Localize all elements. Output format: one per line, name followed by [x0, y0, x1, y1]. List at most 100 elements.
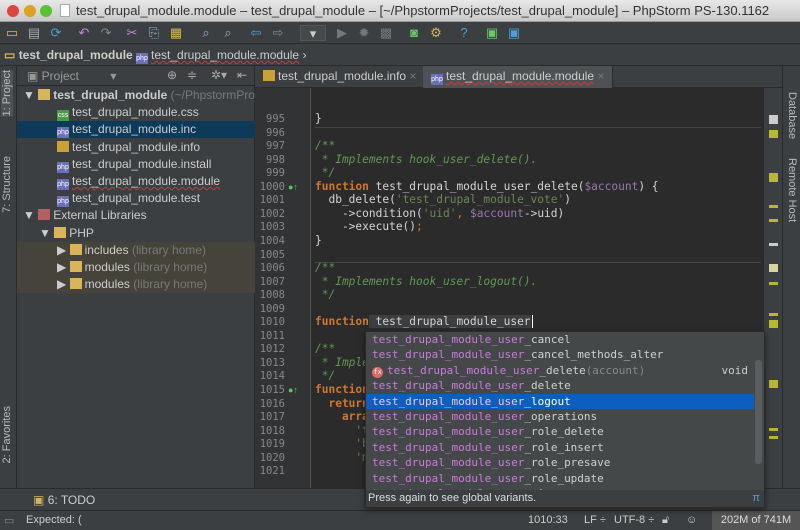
debug-icon[interactable]: ✹ — [356, 25, 372, 41]
stripe-marker[interactable] — [769, 380, 778, 388]
collapsed-arrow-icon[interactable]: ▶ — [57, 277, 66, 291]
tree-item-file[interactable]: test_drupal_module.info — [17, 139, 255, 156]
deploy-icon[interactable]: ▣ — [484, 25, 500, 41]
hide-panel-icon[interactable]: ⇤ — [237, 68, 247, 82]
implements-marker-icon[interactable]: ●↑ — [288, 182, 298, 192]
completion-item[interactable]: test_drupal_module_user_role_insert — [366, 440, 754, 455]
run-icon[interactable]: ▶ — [334, 25, 350, 41]
replace-icon[interactable]: ⌕ — [220, 25, 236, 41]
minimize-window-button[interactable] — [24, 5, 36, 17]
stripe-marker[interactable] — [769, 436, 778, 439]
completion-item[interactable]: test_drupal_module_user_role_delete — [366, 424, 754, 439]
tree-item-external-libraries[interactable]: ▼ External Libraries — [17, 207, 255, 224]
tool-tab-remote-host[interactable]: Remote Host — [786, 158, 798, 222]
tool-tab-database[interactable]: Database — [786, 92, 798, 139]
completion-scrollbar[interactable] — [755, 360, 762, 464]
completion-prefix: test_drupal_module_user — [372, 333, 525, 346]
caret-position[interactable]: 1010:33 — [528, 514, 568, 526]
collapsed-arrow-icon[interactable]: ▶ — [57, 260, 66, 274]
error-stripe[interactable] — [763, 88, 782, 488]
close-tab-icon[interactable]: × — [409, 69, 416, 83]
stripe-marker[interactable] — [769, 320, 778, 328]
encoding-selector[interactable]: UTF-8 ÷ — [614, 514, 654, 526]
breadcrumb-project[interactable]: ▭ test_drupal_module › — [4, 48, 140, 62]
back-icon[interactable]: ⇦ — [248, 25, 264, 41]
completion-item[interactable]: test_drupal_module_user_delete — [366, 378, 754, 393]
stripe-marker[interactable] — [769, 219, 778, 222]
tab-info-file[interactable]: test_drupal_module.info × — [255, 66, 426, 88]
close-tab-icon[interactable]: × — [597, 69, 604, 83]
stripe-marker[interactable] — [769, 130, 778, 138]
tool-tab-todo[interactable]: ▣ 6: TODO — [33, 493, 95, 507]
tree-item-file[interactable]: php test_drupal_module.module — [17, 173, 255, 190]
scroll-from-source-icon[interactable]: ⊕ — [167, 68, 177, 82]
tree-item-file[interactable]: php test_drupal_module.install — [17, 156, 255, 173]
close-window-button[interactable] — [7, 5, 19, 17]
run-config-dropdown[interactable]: ▾ — [300, 25, 326, 41]
tree-item-project-root[interactable]: ▼ test_drupal_module (~/PhpstormProjects… — [17, 87, 392, 104]
toggle-tool-windows-icon[interactable]: ▭ — [4, 514, 14, 527]
stripe-marker[interactable] — [769, 313, 778, 316]
copy-icon[interactable]: ⎘ — [146, 25, 162, 41]
sync-icon[interactable]: ⟳ — [48, 25, 64, 41]
help-icon[interactable]: ? — [456, 25, 472, 41]
stripe-marker[interactable] — [769, 243, 778, 246]
folder-icon — [69, 261, 82, 272]
method-separator — [315, 127, 761, 128]
tool-tab-favorites[interactable]: 2: Favorites — [1, 406, 13, 463]
paste-icon[interactable]: ▦ — [168, 25, 184, 41]
completion-item[interactable]: test_drupal_module_user_logout — [366, 393, 754, 409]
tree-item-library[interactable]: ▶ includes (library home) — [17, 241, 255, 259]
tree-item-library[interactable]: ▶ modules (library home) — [17, 259, 255, 276]
open-folder-icon[interactable]: ▭ — [4, 25, 20, 41]
code-line: /** — [315, 261, 335, 274]
breadcrumb-file[interactable]: php test_drupal_module.module › — [136, 48, 306, 64]
completion-item[interactable]: test_drupal_module_user_role_update — [366, 471, 754, 486]
completion-item[interactable]: fx test_drupal_module_user_delete(account… — [366, 363, 754, 378]
completion-prefix: test_drupal_module_user — [372, 394, 525, 408]
inspection-status-icon[interactable] — [769, 115, 778, 124]
tree-item-file[interactable]: php test_drupal_module.inc — [17, 121, 255, 139]
undo-icon[interactable]: ↶ — [76, 25, 92, 41]
collapsed-arrow-icon[interactable]: ▶ — [57, 243, 66, 257]
collapse-all-icon[interactable]: ≑ — [187, 68, 197, 82]
expanded-arrow-icon[interactable]: ▼ — [23, 208, 35, 222]
coverage-icon[interactable]: ▩ — [378, 25, 394, 41]
find-icon[interactable]: ⌕ — [198, 25, 214, 41]
tree-item-file[interactable]: css test_drupal_module.css — [17, 104, 255, 122]
zoom-window-button[interactable] — [40, 5, 52, 17]
save-icon[interactable]: ▤ — [26, 25, 42, 41]
inspector-icon[interactable]: ☺ — [686, 514, 697, 526]
completion-item[interactable]: test_drupal_module_user_cancel — [366, 332, 754, 347]
stripe-marker[interactable] — [769, 205, 778, 208]
forward-icon[interactable]: ⇨ — [270, 25, 286, 41]
implements-marker-icon[interactable]: ●↑ — [288, 385, 298, 395]
tool-tab-structure[interactable]: 7: Structure — [1, 156, 13, 213]
sync-deploy-icon[interactable]: ▣ — [506, 25, 522, 41]
tree-item-php[interactable]: ▼ PHP — [17, 225, 255, 242]
tab-module-file[interactable]: php test_drupal_module.module × — [423, 66, 614, 88]
completion-item[interactable]: test_drupal_module_user_role_presave — [366, 455, 754, 470]
project-view-dropdown[interactable]: ▣ Project ▾ — [27, 69, 116, 83]
lock-icon[interactable]: 🔓︎ — [662, 514, 669, 527]
redo-icon[interactable]: ↷ — [98, 25, 114, 41]
vcs-icon[interactable]: ◙ — [406, 25, 422, 41]
completion-suffix: _role_update — [524, 471, 604, 485]
completion-item[interactable]: test_drupal_module_user_operations — [366, 409, 754, 424]
settings-icon[interactable]: ⚙ — [428, 25, 444, 41]
parameter-info-icon[interactable]: π — [752, 490, 760, 507]
cut-icon[interactable]: ✂ — [124, 25, 140, 41]
tree-item-file[interactable]: php test_drupal_module.test — [17, 190, 255, 208]
completion-item[interactable]: test_drupal_module_user_cancel_methods_a… — [366, 347, 754, 362]
tree-item-library[interactable]: ▶ modules (library home) — [17, 276, 255, 294]
expanded-arrow-icon[interactable]: ▼ — [39, 226, 51, 240]
line-separator-selector[interactable]: LF ÷ — [584, 514, 606, 526]
stripe-marker[interactable] — [769, 282, 778, 285]
stripe-marker[interactable] — [769, 173, 778, 182]
memory-indicator[interactable]: 202M of 741M — [712, 511, 800, 530]
expanded-arrow-icon[interactable]: ▼ — [23, 88, 35, 102]
tool-tab-project[interactable]: 1: Project — [1, 70, 13, 117]
stripe-marker[interactable] — [769, 428, 778, 431]
gear-icon[interactable]: ✲▾ — [211, 68, 227, 82]
stripe-marker[interactable] — [769, 264, 778, 272]
